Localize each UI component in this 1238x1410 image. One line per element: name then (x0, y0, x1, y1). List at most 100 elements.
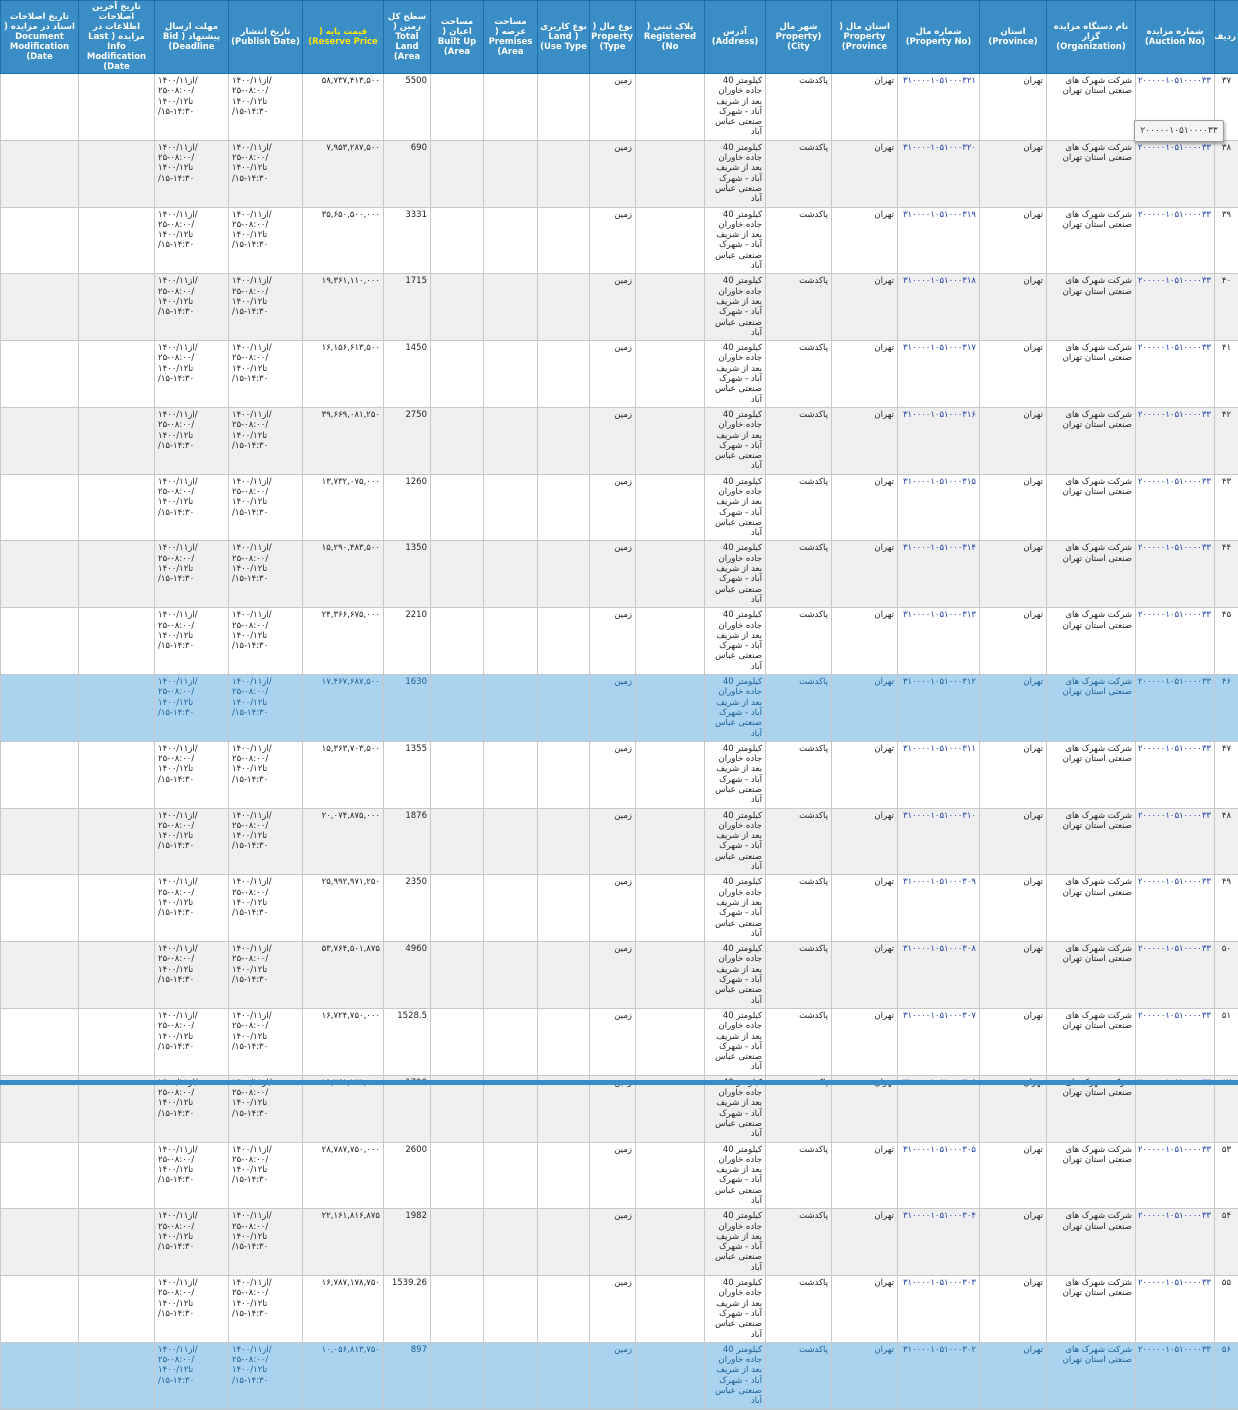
col-header-land-area[interactable]: سطح کل زمین ( Total Land Area) (384, 1, 431, 74)
col-header-publish-date[interactable]: تاریخ انتشار (Publish Date) (229, 1, 303, 74)
cell-registered-no (636, 1276, 705, 1343)
col-header-bid-deadline[interactable]: مهلت ارسال پیشنهاد ( Bid Deadline) (155, 1, 229, 74)
col-header-property-type[interactable]: نوع مال ( Property Type) (590, 1, 636, 74)
cell-auction-no[interactable]: ۲۰۰۰۰۰۱۰۵۱۰۰۰۰۳۳ (1136, 140, 1215, 207)
cell-province: تهران (980, 207, 1047, 274)
cell-property-type: زمین (590, 1142, 636, 1209)
table-row[interactable]: ۴۸۲۰۰۰۰۰۱۰۵۱۰۰۰۰۳۳شرکت شهرک های صنعتی اس… (1, 808, 1238, 875)
col-header-property-province[interactable]: استان مال ( Property Province) (832, 1, 898, 74)
table-row[interactable]: ۳۸۲۰۰۰۰۰۱۰۵۱۰۰۰۰۳۳شرکت شهرک های صنعتی اس… (1, 140, 1238, 207)
cell-land-area: 1450 (384, 341, 431, 408)
cell-auction-no[interactable]: ۲۰۰۰۰۰۱۰۵۱۰۰۰۰۳۳ (1136, 1209, 1215, 1276)
cell-property-no[interactable]: ۳۱۰۰۰۰۱۰۵۱۰۰۰۳۱۴ (898, 541, 980, 608)
table-row[interactable]: ۵۵۲۰۰۰۰۰۱۰۵۱۰۰۰۰۳۳شرکت شهرک های صنعتی اس… (1, 1276, 1238, 1343)
cell-built-area (431, 1209, 484, 1276)
cell-auction-no[interactable]: ۲۰۰۰۰۰۱۰۵۱۰۰۰۰۳۳ (1136, 1008, 1215, 1075)
cell-property-no[interactable]: ۳۱۰۰۰۰۱۰۵۱۰۰۰۳۱۷ (898, 341, 980, 408)
table-row[interactable]: ۳۹۲۰۰۰۰۰۱۰۵۱۰۰۰۰۳۳شرکت شهرک های صنعتی اس… (1, 207, 1238, 274)
col-header-land-use[interactable]: نوع کاربری ( Land Use Type) (538, 1, 590, 74)
cell-property-no[interactable]: ۳۱۰۰۰۰۱۰۵۱۰۰۰۳۰۹ (898, 875, 980, 942)
col-header-registered-no[interactable]: پلاک ثبتی ( Registered No) (636, 1, 705, 74)
table-row[interactable]: ۴۵۲۰۰۰۰۰۱۰۵۱۰۰۰۰۳۳شرکت شهرک های صنعتی اس… (1, 608, 1238, 675)
col-header-premises-area[interactable]: مساحت عرصه ( Premises Area) (484, 1, 538, 74)
cell-property-city: پاکدشت (766, 1342, 832, 1409)
col-header-province[interactable]: استان (Province) (980, 1, 1047, 74)
col-header-property-city[interactable]: شهر مال (Property City) (766, 1, 832, 74)
table-row[interactable]: ۵۴۲۰۰۰۰۰۱۰۵۱۰۰۰۰۳۳شرکت شهرک های صنعتی اس… (1, 1209, 1238, 1276)
cell-document-modification (1, 1276, 79, 1343)
cell-row-no: ۴۲ (1215, 407, 1238, 474)
auction-table: ردیف شماره مزایده (Auction No) نام دستگا… (0, 0, 1238, 1410)
cell-auction-no[interactable]: ۲۰۰۰۰۰۱۰۵۱۰۰۰۰۳۳ (1136, 608, 1215, 675)
cell-auction-no[interactable]: ۲۰۰۰۰۰۱۰۵۱۰۰۰۰۳۳ (1136, 207, 1215, 274)
cell-property-no[interactable]: ۳۱۰۰۰۰۱۰۵۱۰۰۰۳۰۶ (898, 1075, 980, 1142)
cell-province: تهران (980, 1008, 1047, 1075)
table-row[interactable]: ۵۱۲۰۰۰۰۰۱۰۵۱۰۰۰۰۳۳شرکت شهرک های صنعتی اس… (1, 1008, 1238, 1075)
bottom-scrollbar[interactable] (0, 1080, 1238, 1085)
cell-property-no[interactable]: ۳۱۰۰۰۰۱۰۵۱۰۰۰۳۱۳ (898, 608, 980, 675)
table-row[interactable]: ۳۷۲۰۰۰۰۰۱۰۵۱۰۰۰۰۳۳شرکت شهرک های صنعتی اس… (1, 74, 1238, 141)
cell-property-no[interactable]: ۳۱۰۰۰۰۱۰۵۱۰۰۰۳۲۰ (898, 140, 980, 207)
cell-property-no[interactable]: ۳۱۰۰۰۰۱۰۵۱۰۰۰۳۱۵ (898, 474, 980, 541)
cell-property-no[interactable]: ۳۱۰۰۰۰۱۰۵۱۰۰۰۳۰۳ (898, 1276, 980, 1343)
cell-organization: شرکت شهرک های صنعتی استان تهران (1047, 74, 1136, 141)
col-header-address[interactable]: آدرس (Address) (705, 1, 766, 74)
cell-property-no[interactable]: ۳۱۰۰۰۰۱۰۵۱۰۰۰۳۰۲ (898, 1342, 980, 1409)
cell-organization: شرکت شهرک های صنعتی استان تهران (1047, 1142, 1136, 1209)
cell-property-no[interactable]: ۳۱۰۰۰۰۱۰۵۱۰۰۰۳۱۶ (898, 407, 980, 474)
table-row[interactable]: ۵۶۲۰۰۰۰۰۱۰۵۱۰۰۰۰۳۳شرکت شهرک های صنعتی اس… (1, 1342, 1238, 1409)
table-row[interactable]: ۴۳۲۰۰۰۰۰۱۰۵۱۰۰۰۰۳۳شرکت شهرک های صنعتی اس… (1, 474, 1238, 541)
cell-auction-no[interactable]: ۲۰۰۰۰۰۱۰۵۱۰۰۰۰۳۳ (1136, 875, 1215, 942)
col-header-property-no[interactable]: شماره مال (Property No) (898, 1, 980, 74)
cell-property-no[interactable]: ۳۱۰۰۰۰۱۰۵۱۰۰۰۳۰۴ (898, 1209, 980, 1276)
cell-publish-date: از۱۴۰۰/۱۱/ ۲۵-۰۸:۰۰/ ۱۴۰۰/۱۲تا /۱۵-۱۴:۳۰ (229, 140, 303, 207)
cell-built-area (431, 1142, 484, 1209)
table-row[interactable]: ۵۰۲۰۰۰۰۰۱۰۵۱۰۰۰۰۳۳شرکت شهرک های صنعتی اس… (1, 942, 1238, 1009)
col-header-built-area[interactable]: مساحت اعیان ( Built Up Area) (431, 1, 484, 74)
col-header-row-no[interactable]: ردیف (1215, 1, 1238, 74)
table-row[interactable]: ۴۹۲۰۰۰۰۰۱۰۵۱۰۰۰۰۳۳شرکت شهرک های صنعتی اس… (1, 875, 1238, 942)
cell-property-no[interactable]: ۳۱۰۰۰۰۱۰۵۱۰۰۰۳۱۰ (898, 808, 980, 875)
cell-built-area (431, 942, 484, 1009)
cell-reserve-price: ۲۵,۹۹۲,۹۷۱,۲۵۰ (303, 875, 384, 942)
table-row[interactable]: ۴۱۲۰۰۰۰۰۱۰۵۱۰۰۰۰۳۳شرکت شهرک های صنعتی اس… (1, 341, 1238, 408)
cell-property-no[interactable]: ۳۱۰۰۰۰۱۰۵۱۰۰۰۳۰۸ (898, 942, 980, 1009)
cell-row-no: ۴۰ (1215, 274, 1238, 341)
cell-land-use (538, 274, 590, 341)
cell-auction-no[interactable]: ۲۰۰۰۰۰۱۰۵۱۰۰۰۰۳۳ (1136, 675, 1215, 742)
cell-auction-no[interactable]: ۲۰۰۰۰۰۱۰۵۱۰۰۰۰۳۳ (1136, 474, 1215, 541)
cell-auction-no[interactable]: ۲۰۰۰۰۰۱۰۵۱۰۰۰۰۳۳ (1136, 341, 1215, 408)
cell-auction-no[interactable]: ۲۰۰۰۰۰۱۰۵۱۰۰۰۰۳۳ (1136, 1075, 1215, 1142)
cell-auction-no[interactable]: ۲۰۰۰۰۰۱۰۵۱۰۰۰۰۳۳ (1136, 541, 1215, 608)
table-row[interactable]: ۵۲۲۰۰۰۰۰۱۰۵۱۰۰۰۰۳۳شرکت شهرک های صنعتی اس… (1, 1075, 1238, 1142)
cell-property-no[interactable]: ۳۱۰۰۰۰۱۰۵۱۰۰۰۳۱۲ (898, 675, 980, 742)
cell-auction-no[interactable]: ۲۰۰۰۰۰۱۰۵۱۰۰۰۰۳۳ (1136, 1142, 1215, 1209)
cell-auction-no[interactable]: ۲۰۰۰۰۰۱۰۵۱۰۰۰۰۳۳ (1136, 741, 1215, 808)
col-header-document-modification[interactable]: تاریخ اصلاحات اسناد در مزایده ( Document… (1, 1, 79, 74)
cell-auction-no[interactable]: ۲۰۰۰۰۰۱۰۵۱۰۰۰۰۳۳ (1136, 942, 1215, 1009)
cell-property-no[interactable]: ۳۱۰۰۰۰۱۰۵۱۰۰۰۳۲۱ (898, 74, 980, 141)
cell-property-no[interactable]: ۳۱۰۰۰۰۱۰۵۱۰۰۰۳۱۸ (898, 274, 980, 341)
cell-property-no[interactable]: ۳۱۰۰۰۰۱۰۵۱۰۰۰۳۱۱ (898, 741, 980, 808)
cell-land-use (538, 1209, 590, 1276)
cell-property-no[interactable]: ۳۱۰۰۰۰۱۰۵۱۰۰۰۳۱۹ (898, 207, 980, 274)
cell-auction-no[interactable]: ۲۰۰۰۰۰۱۰۵۱۰۰۰۰۳۳ (1136, 808, 1215, 875)
table-row[interactable]: ۴۰۲۰۰۰۰۰۱۰۵۱۰۰۰۰۳۳شرکت شهرک های صنعتی اس… (1, 274, 1238, 341)
table-row[interactable]: ۵۳۲۰۰۰۰۰۱۰۵۱۰۰۰۰۳۳شرکت شهرک های صنعتی اس… (1, 1142, 1238, 1209)
col-header-organization[interactable]: نام دستگاه مزایده گزار (Organization) (1047, 1, 1136, 74)
table-row[interactable]: ۴۷۲۰۰۰۰۰۱۰۵۱۰۰۰۰۳۳شرکت شهرک های صنعتی اس… (1, 741, 1238, 808)
cell-property-no[interactable]: ۳۱۰۰۰۰۱۰۵۱۰۰۰۳۰۵ (898, 1142, 980, 1209)
table-row[interactable]: ۴۲۲۰۰۰۰۰۱۰۵۱۰۰۰۰۳۳شرکت شهرک های صنعتی اس… (1, 407, 1238, 474)
cell-auction-no[interactable]: ۲۰۰۰۰۰۱۰۵۱۰۰۰۰۳۳ (1136, 1342, 1215, 1409)
cell-auction-no[interactable]: ۲۰۰۰۰۰۱۰۵۱۰۰۰۰۳۳ (1136, 407, 1215, 474)
cell-bid-deadline: از۱۴۰۰/۱۱/ ۲۵-۰۸:۰۰/ ۱۴۰۰/۱۲تا /۱۵-۱۴:۳۰ (155, 1008, 229, 1075)
col-header-last-modification[interactable]: تاریخ آخرین اصلاحات اطلاعات در مزایده ( … (79, 1, 155, 74)
col-header-auction-no[interactable]: شماره مزایده (Auction No) (1136, 1, 1215, 74)
cell-auction-no[interactable]: ۲۰۰۰۰۰۱۰۵۱۰۰۰۰۳۳ (1136, 1276, 1215, 1343)
cell-auction-no[interactable]: ۲۰۰۰۰۰۱۰۵۱۰۰۰۰۳۳ (1136, 274, 1215, 341)
table-row[interactable]: ۴۶۲۰۰۰۰۰۱۰۵۱۰۰۰۰۳۳شرکت شهرک های صنعتی اس… (1, 675, 1238, 742)
cell-land-area: 1539.26 (384, 1276, 431, 1343)
table-row[interactable]: ۴۴۲۰۰۰۰۰۱۰۵۱۰۰۰۰۳۳شرکت شهرک های صنعتی اس… (1, 541, 1238, 608)
col-header-reserve-price[interactable]: قیمت پایه ( Reserve Price) (303, 1, 384, 74)
cell-property-no[interactable]: ۳۱۰۰۰۰۱۰۵۱۰۰۰۳۰۷ (898, 1008, 980, 1075)
